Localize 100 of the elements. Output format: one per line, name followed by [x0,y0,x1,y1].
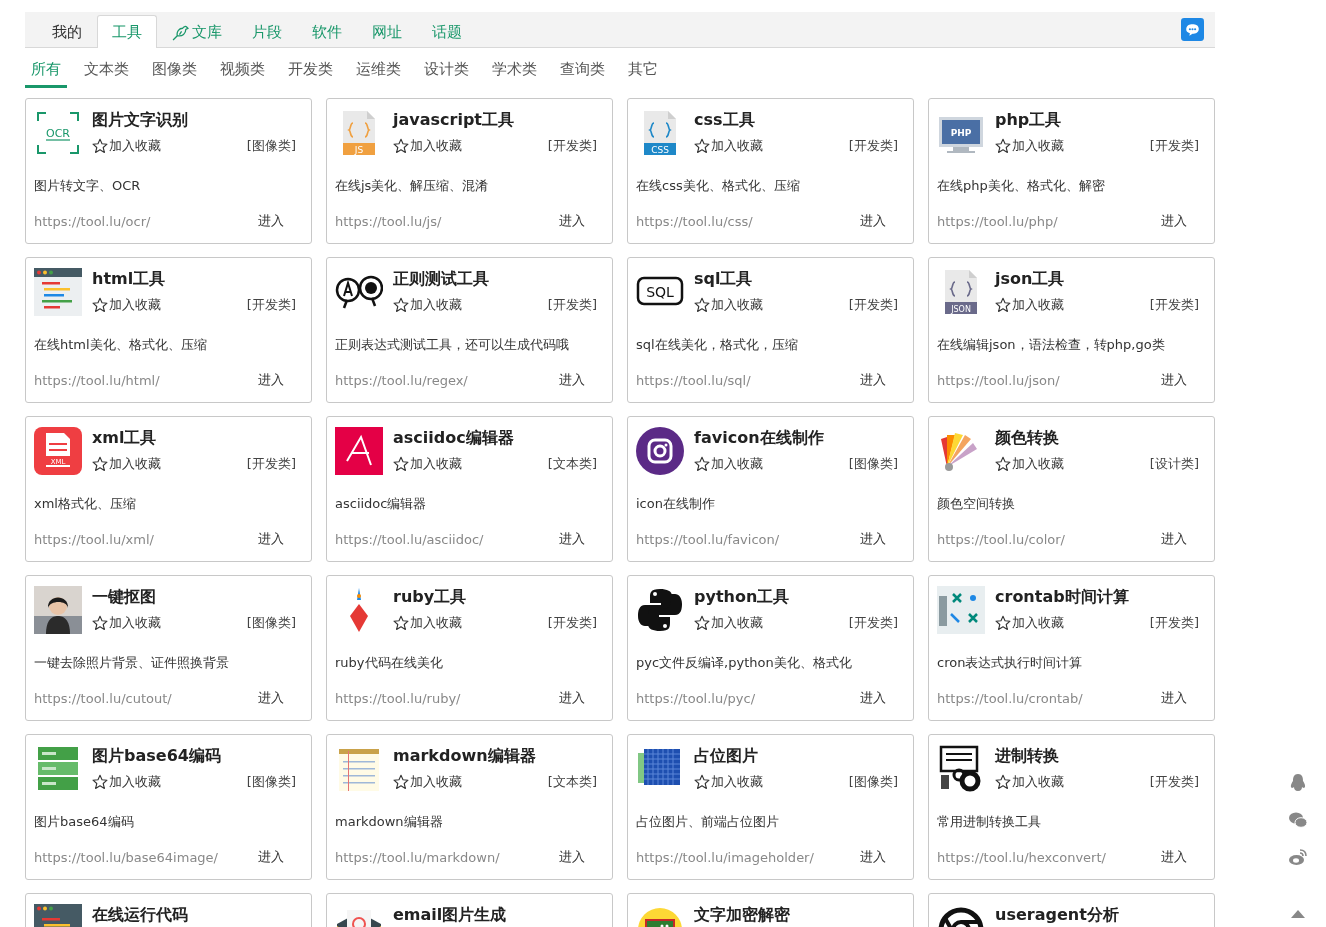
add-favorite-button[interactable]: 加入收藏 [694,455,763,473]
add-favorite-button[interactable]: 加入收藏 [393,773,462,791]
tool-url: https://tool.lu/html/ [34,372,160,388]
category-tab[interactable]: 开发类 [282,60,339,88]
category-tab[interactable]: 所有 [25,60,67,88]
enter-link[interactable]: 进入 [258,848,284,866]
add-favorite-button[interactable]: 加入收藏 [995,614,1064,632]
tool-title[interactable]: favicon在线制作 [694,428,824,449]
tool-url: https://tool.lu/css/ [636,213,753,229]
enter-link[interactable]: 进入 [1161,530,1187,548]
tool-title[interactable]: sql工具 [694,269,753,290]
tool-title[interactable]: json工具 [995,269,1065,290]
add-favorite-button[interactable]: 加入收藏 [393,614,462,632]
tool-url: https://tool.lu/crontab/ [937,690,1083,706]
nav-tab[interactable]: 软件 [297,16,357,48]
category-label: [图像类] [848,455,898,473]
add-favorite-button[interactable]: 加入收藏 [694,773,763,791]
enter-link[interactable]: 进入 [559,689,585,707]
nav-tab[interactable]: 话题 [417,16,477,48]
tool-title[interactable]: crontab时间计算 [995,587,1129,608]
add-favorite-button[interactable]: 加入收藏 [694,296,763,314]
tool-title[interactable]: 一键抠图 [92,587,156,608]
tool-url: https://tool.lu/color/ [937,531,1065,547]
add-favorite-button[interactable]: 加入收藏 [92,614,161,632]
enter-link[interactable]: 进入 [1161,689,1187,707]
tool-url: https://tool.lu/asciidoc/ [335,531,484,547]
tool-title[interactable]: 颜色转换 [995,428,1059,449]
add-favorite-button[interactable]: 加入收藏 [995,455,1064,473]
enter-link[interactable]: 进入 [1161,212,1187,230]
tool-description: 在线js美化、解压缩、混淆 [335,177,489,195]
tool-title[interactable]: 图片文字识别 [92,110,188,131]
category-tab[interactable]: 其它 [622,60,664,88]
add-favorite-button[interactable]: 加入收藏 [995,296,1064,314]
enter-link[interactable]: 进入 [258,212,284,230]
add-favorite-button[interactable]: 加入收藏 [92,296,161,314]
enter-link[interactable]: 进入 [258,689,284,707]
enter-link[interactable]: 进入 [559,371,585,389]
add-favorite-button[interactable]: 加入收藏 [92,455,161,473]
category-tab[interactable]: 文本类 [78,60,135,88]
enter-link[interactable]: 进入 [559,530,585,548]
add-favorite-button[interactable]: 加入收藏 [995,773,1064,791]
category-tab[interactable]: 运维类 [350,60,407,88]
enter-link[interactable]: 进入 [559,848,585,866]
tool-url: https://tool.lu/cutout/ [34,690,172,706]
tool-title[interactable]: html工具 [92,269,166,290]
enter-link[interactable]: 进入 [559,212,585,230]
enter-link[interactable]: 进入 [1161,848,1187,866]
tool-title[interactable]: 进制转换 [995,746,1059,767]
tool-description: pyc文件反编译,python美化、格式化 [636,654,852,672]
category-tab[interactable]: 视频类 [214,60,271,88]
tool-url: https://tool.lu/markdown/ [335,849,500,865]
tool-title[interactable]: 占位图片 [694,746,758,767]
nav-tab[interactable]: 我的 [37,16,97,48]
category-tab[interactable]: 查询类 [554,60,611,88]
category-label: [开发类] [1149,296,1199,314]
add-favorite-button[interactable]: 加入收藏 [393,296,462,314]
tool-title[interactable]: ruby工具 [393,587,467,608]
tool-title[interactable]: 图片base64编码 [92,746,221,767]
category-label: [开发类] [246,455,296,473]
tool-title[interactable]: markdown编辑器 [393,746,536,767]
enter-link[interactable]: 进入 [860,212,886,230]
tool-url: https://tool.lu/json/ [937,372,1060,388]
tool-title[interactable]: python工具 [694,587,790,608]
tool-title[interactable]: xml工具 [92,428,157,449]
tool-title[interactable]: useragent分析 [995,905,1119,926]
tool-title[interactable]: php工具 [995,110,1062,131]
nav-tab[interactable]: 网址 [357,16,417,48]
add-favorite-button[interactable]: 加入收藏 [694,614,763,632]
tool-title[interactable]: javascript工具 [393,110,514,131]
category-tab[interactable]: 学术类 [486,60,543,88]
category-tab[interactable]: 图像类 [146,60,203,88]
category-label: [开发类] [547,296,597,314]
tool-url: https://tool.lu/php/ [937,213,1058,229]
tool-url: https://tool.lu/imageholder/ [636,849,814,865]
nav-tab[interactable]: 工具 [97,15,157,48]
enter-link[interactable]: 进入 [860,530,886,548]
tool-title[interactable]: email图片生成 [393,905,507,926]
tool-description: sql在线美化，格式化，压缩 [636,336,798,354]
add-favorite-button[interactable]: 加入收藏 [393,455,462,473]
add-favorite-button[interactable]: 加入收藏 [393,137,462,155]
add-favorite-button[interactable]: 加入收藏 [92,773,161,791]
tool-description: xml格式化、压缩 [34,495,136,513]
add-favorite-button[interactable]: 加入收藏 [995,137,1064,155]
category-tab[interactable]: 设计类 [418,60,475,88]
category-label: [图像类] [246,614,296,632]
tool-description: ruby代码在线美化 [335,654,443,672]
enter-link[interactable]: 进入 [258,530,284,548]
enter-link[interactable]: 进入 [1161,371,1187,389]
enter-link[interactable]: 进入 [258,371,284,389]
tool-title[interactable]: 正则测试工具 [393,269,489,290]
enter-link[interactable]: 进入 [860,371,886,389]
tool-title[interactable]: 文字加密解密 [694,905,790,926]
tool-title[interactable]: css工具 [694,110,755,131]
add-favorite-button[interactable]: 加入收藏 [694,137,763,155]
tool-title[interactable]: asciidoc编辑器 [393,428,514,449]
enter-link[interactable]: 进入 [860,689,886,707]
enter-link[interactable]: 进入 [860,848,886,866]
add-favorite-button[interactable]: 加入收藏 [92,137,161,155]
category-label: [文本类] [547,455,597,473]
tool-title[interactable]: 在线运行代码 [92,905,188,926]
